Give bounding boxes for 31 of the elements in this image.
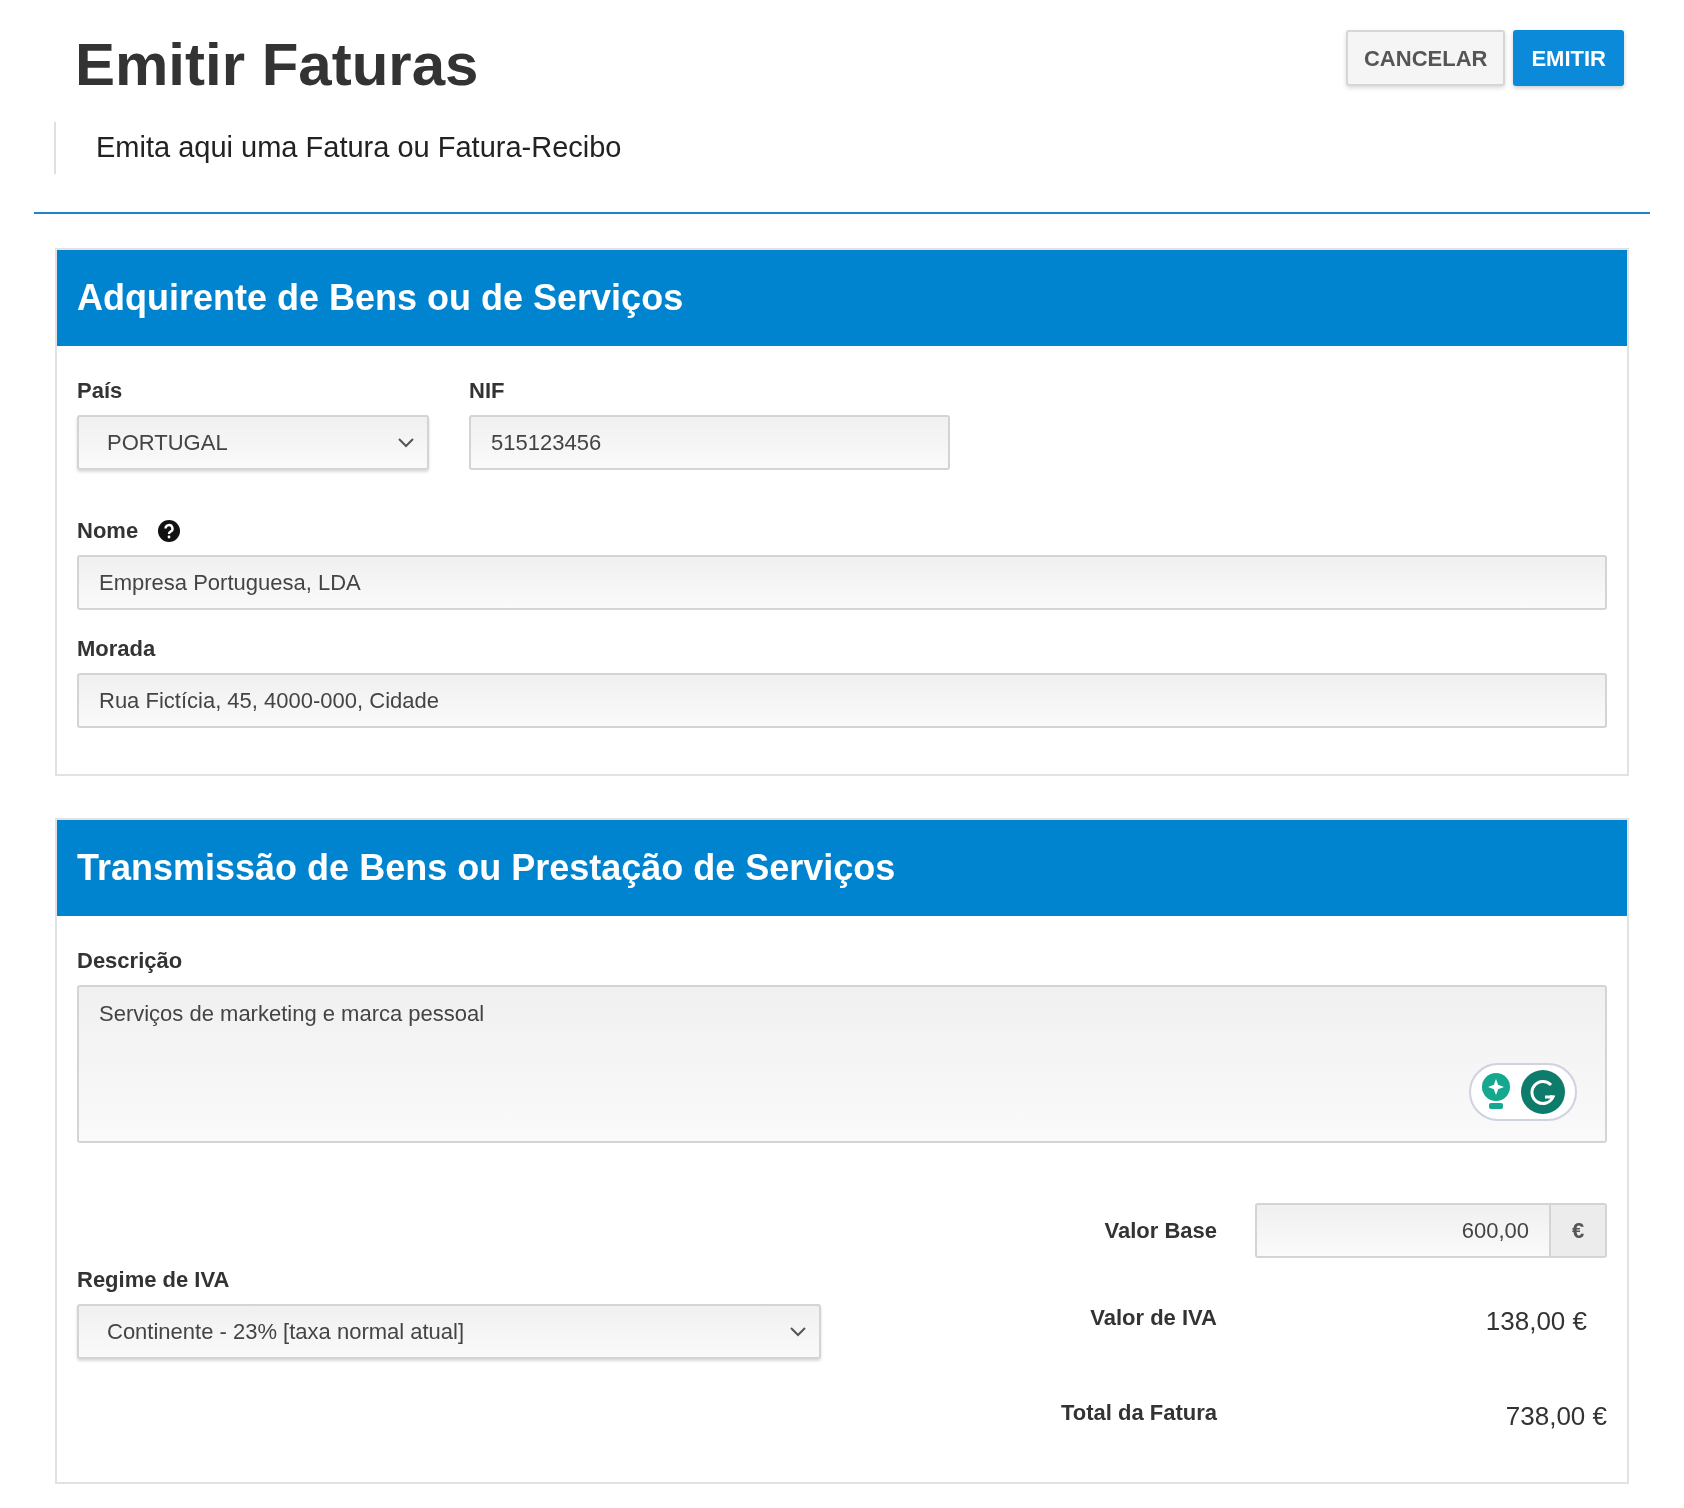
field-label: Valor Base (1103, 1217, 1217, 1245)
chevron-down-icon (397, 436, 415, 449)
total-amount: 738,00 € (1504, 1400, 1607, 1433)
vat-amount: 138,00 € (1484, 1305, 1588, 1338)
input-field[interactable]: 515123456 (469, 415, 950, 470)
dropdown[interactable]: Continente - 23% [taxa normal atual] (77, 1304, 821, 1359)
field-label: País (77, 377, 124, 405)
section-title: Transmissão de Bens ou Prestação de Serviços (77, 846, 896, 890)
dropdown[interactable]: PORTUGAL (77, 415, 429, 470)
field-label: Regime de IVA (77, 1266, 231, 1294)
field-label: Descrição (77, 948, 183, 973)
field-label: NIF (469, 377, 506, 405)
text-area[interactable]: Serviços de marketing e marca pessoal (77, 985, 1607, 1143)
chevron-down-icon (789, 1325, 807, 1338)
assistant-widget[interactable] (1469, 1063, 1577, 1121)
page-title: Emitir Faturas (75, 30, 479, 100)
field-label: Nome (77, 517, 139, 545)
input-field[interactable]: Empresa Portuguesa, LDA (77, 555, 1607, 610)
section-title: Adquirente de Bens ou de Serviços (77, 276, 684, 320)
page-subtitle: Emita aqui uma Fatura ou Fatura-Recibo (96, 130, 622, 166)
currency-addon: € (1549, 1205, 1605, 1256)
lightbulb-icon (1481, 1073, 1511, 1111)
help-icon[interactable] (158, 519, 181, 542)
cancel-button[interactable]: CANCELAR (1346, 30, 1506, 86)
currency-input[interactable]: 600,00 € (1255, 1203, 1607, 1258)
grammar-check-icon (1521, 1070, 1565, 1114)
input-field[interactable]: Rua Fictícia, 45, 4000-000, Cidade (77, 673, 1607, 728)
field-label: Valor de IVA (1089, 1304, 1217, 1332)
field-label: Morada (77, 636, 156, 661)
emit-button[interactable]: EMITIR (1513, 30, 1624, 86)
field-label: Total da Fatura (1060, 1399, 1217, 1427)
